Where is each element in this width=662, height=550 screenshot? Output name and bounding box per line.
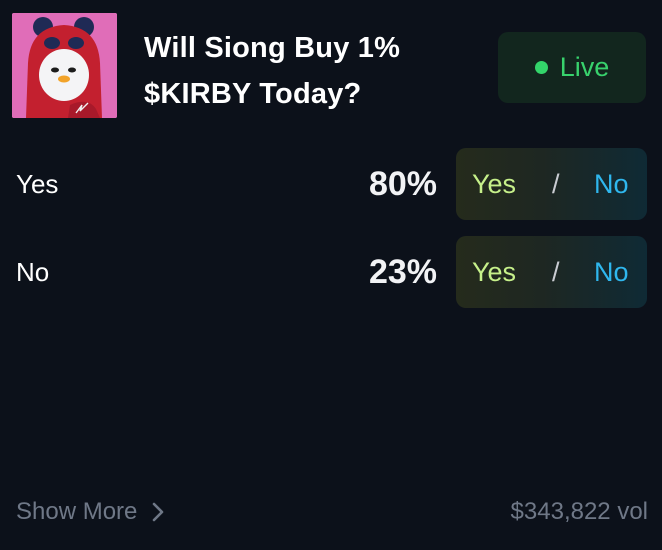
kirby-penguin-avatar-icon	[12, 13, 117, 118]
live-status-label: Live	[559, 52, 610, 82]
live-dot-icon	[534, 61, 548, 74]
show-more-label: Show More	[16, 498, 138, 525]
buy-no-button[interactable]: No	[594, 257, 629, 288]
yes-no-trade-button[interactable]: Yes / No	[456, 236, 647, 308]
buy-no-button[interactable]: No	[594, 169, 629, 200]
buy-yes-button[interactable]: Yes	[472, 257, 516, 288]
chevron-right-icon	[151, 501, 165, 523]
outcome-label: No	[16, 257, 50, 287]
buy-yes-button[interactable]: Yes	[472, 169, 516, 200]
outcome-row-yes: Yes 80% Yes / No	[0, 148, 662, 220]
market-title[interactable]: Will Siong Buy 1% $KIRBY Today?	[144, 25, 464, 117]
show-more-button[interactable]: Show More	[16, 494, 165, 530]
live-status-badge: Live	[498, 32, 646, 103]
outcome-label: Yes	[16, 169, 59, 199]
yes-no-separator: /	[552, 256, 560, 287]
yes-no-trade-button[interactable]: Yes / No	[456, 148, 647, 220]
yes-no-separator: /	[552, 168, 560, 199]
market-thumbnail[interactable]	[12, 13, 117, 118]
outcome-row-no: No 23% Yes / No	[0, 236, 662, 308]
outcome-percent: 23%	[368, 253, 437, 291]
outcome-percent: 80%	[368, 165, 437, 203]
volume-label: $343,822 vol	[510, 498, 648, 525]
